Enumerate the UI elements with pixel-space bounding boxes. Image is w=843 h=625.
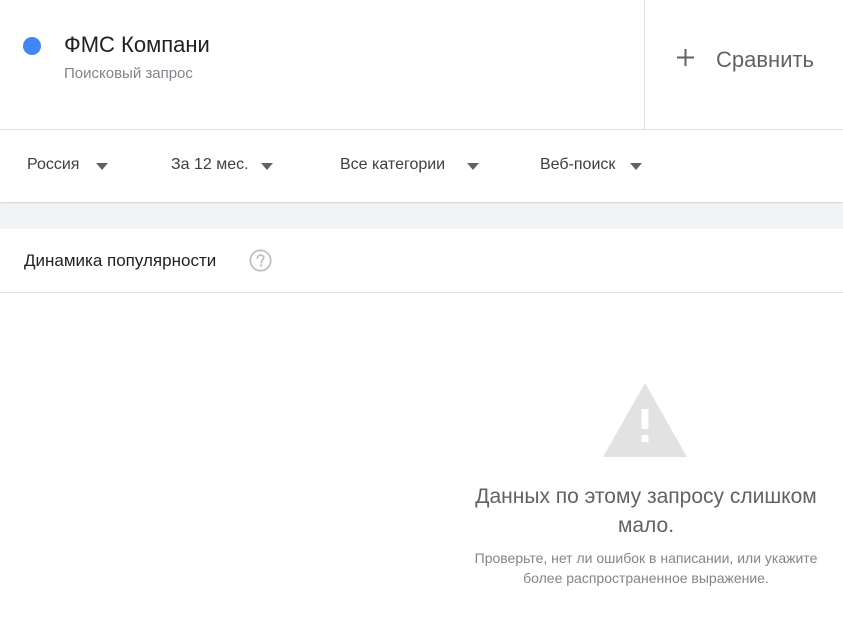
section-separator [0, 204, 843, 229]
help-icon[interactable] [249, 249, 272, 272]
section-title: Динамика популярности [24, 251, 217, 270]
compare-label[interactable]: Сравнить [716, 47, 814, 73]
empty-state: Данных по этому запросу слишком мало. Пр… [0, 294, 843, 625]
term-title: ФМС Компани [64, 32, 210, 57]
category-filter[interactable]: Все категории [320, 130, 500, 203]
region-filter[interactable]: Россия [0, 130, 140, 203]
interest-over-time-header: Динамика популярности [0, 229, 843, 293]
term-header: ФМС Компани Поисковый запрос Сравнить [0, 0, 843, 130]
plus-icon[interactable] [676, 48, 695, 67]
caret-down-icon [630, 163, 642, 170]
term-subtitle: Поисковый запрос [64, 65, 193, 82]
empty-state-hint: Проверьте, нет ли ошибок в написании, ил… [474, 550, 818, 586]
warning-icon [603, 383, 687, 457]
search-type-filter-label: Веб-поиск [540, 156, 616, 173]
caret-down-icon [261, 163, 273, 170]
term-color-dot [23, 37, 41, 55]
filter-bar: Россия За 12 мес. Все категории Веб-поис… [0, 130, 843, 203]
search-type-filter[interactable]: Веб-поиск [520, 130, 670, 203]
period-filter[interactable]: За 12 мес. [150, 130, 300, 203]
category-filter-label: Все категории [340, 156, 446, 173]
empty-state-message: Данных по этому запросу слишком мало. [475, 485, 817, 537]
period-filter-label: За 12 мес. [171, 156, 249, 173]
search-term-card[interactable]: ФМС Компани Поисковый запрос [0, 0, 645, 129]
region-filter-label: Россия [27, 156, 80, 173]
caret-down-icon [96, 163, 108, 170]
caret-down-icon [467, 163, 479, 170]
